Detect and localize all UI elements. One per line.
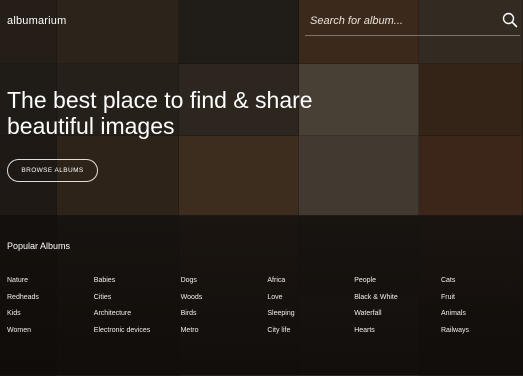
album-link[interactable]: Electronic devices xyxy=(94,327,150,334)
search-box xyxy=(305,8,520,36)
album-link[interactable]: Dogs xyxy=(181,277,197,284)
album-list-item: Black & White xyxy=(354,286,441,303)
album-list-item: Architecture xyxy=(94,302,181,319)
popular-albums-list: Nature Babies Dogs Africa People Cats Redheads… xyxy=(7,269,523,335)
album-link[interactable]: Black & White xyxy=(354,294,398,301)
album-list-item: Fruit xyxy=(441,286,523,303)
album-link[interactable]: Railways xyxy=(441,327,469,334)
search-icon[interactable] xyxy=(502,12,518,28)
album-list-item: Woods xyxy=(181,286,268,303)
album-link[interactable]: Cities xyxy=(94,294,112,301)
album-link[interactable]: Animals xyxy=(441,310,466,317)
popular-albums-heading: Popular Albums xyxy=(7,241,71,251)
album-link[interactable]: People xyxy=(354,277,376,284)
album-link[interactable]: Kids xyxy=(7,310,21,317)
album-list-item: Electronic devices xyxy=(94,319,181,336)
search-input[interactable] xyxy=(310,13,490,29)
album-list-item: Sleeping xyxy=(267,302,354,319)
album-list-item: Cats xyxy=(441,269,523,286)
album-link[interactable]: Cats xyxy=(441,277,455,284)
hero-title-line-1: The best place to find & share xyxy=(7,87,313,113)
album-link[interactable]: Fruit xyxy=(441,294,455,301)
album-list-item: Waterfall xyxy=(354,302,441,319)
album-list-item: Hearts xyxy=(354,319,441,336)
album-list-item: Love xyxy=(267,286,354,303)
album-list-item: Animals xyxy=(441,302,523,319)
browse-albums-button[interactable]: BROWSE ALBUMS xyxy=(7,159,98,182)
album-list-item: Redheads xyxy=(7,286,94,303)
album-link[interactable]: Babies xyxy=(94,277,115,284)
album-link[interactable]: Birds xyxy=(181,310,197,317)
album-link[interactable]: Love xyxy=(267,294,282,301)
album-link[interactable]: Architecture xyxy=(94,310,131,317)
album-list-item: People xyxy=(354,269,441,286)
album-list-item: Kids xyxy=(7,302,94,319)
album-list-item: Babies xyxy=(94,269,181,286)
album-list-item: Metro xyxy=(181,319,268,336)
album-list-item: Nature xyxy=(7,269,94,286)
album-list-item: Africa xyxy=(267,269,354,286)
album-list-item: City life xyxy=(267,319,354,336)
logo-link[interactable]: albumarium xyxy=(7,15,66,27)
album-link[interactable]: Hearts xyxy=(354,327,375,334)
album-link[interactable]: Metro xyxy=(181,327,199,334)
album-link[interactable]: Redheads xyxy=(7,294,39,301)
album-list-item: Women xyxy=(7,319,94,336)
album-list-item: Dogs xyxy=(181,269,268,286)
album-link[interactable]: Waterfall xyxy=(354,310,381,317)
album-list-item: Cities xyxy=(94,286,181,303)
hero-title: The best place to find & share beautiful… xyxy=(7,87,337,139)
top-bar: albumarium xyxy=(0,0,523,40)
album-list-item: Railways xyxy=(441,319,523,336)
album-link[interactable]: Africa xyxy=(267,277,285,284)
album-link[interactable]: Nature xyxy=(7,277,28,284)
hero-title-line-2: beautiful images xyxy=(7,113,175,139)
album-link[interactable]: Woods xyxy=(181,294,203,301)
album-link[interactable]: City life xyxy=(267,327,290,334)
album-link[interactable]: Sleeping xyxy=(267,310,294,317)
album-link[interactable]: Women xyxy=(7,327,31,334)
album-list-item: Birds xyxy=(181,302,268,319)
